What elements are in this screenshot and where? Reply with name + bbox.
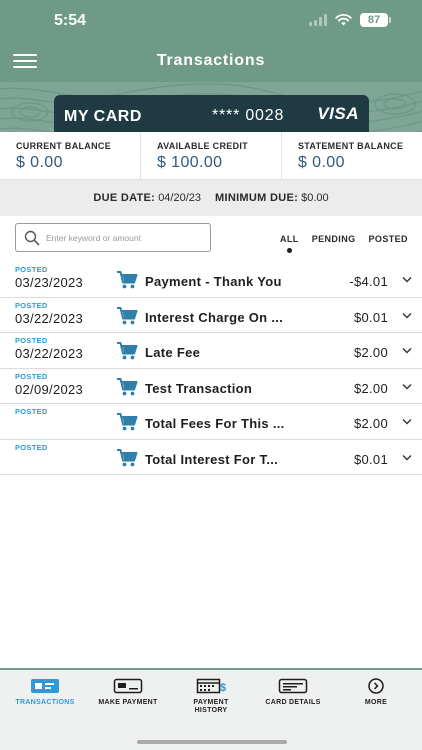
tab-more-label: MORE (364, 699, 388, 706)
tab-make-payment-label: MAKE PAYMENT (98, 699, 158, 706)
card-transactions-icon (31, 679, 59, 693)
due-date-value: 04/20/23 (158, 192, 202, 204)
card-details-icon (278, 678, 308, 694)
visa-logo: VISA (317, 104, 359, 123)
chevron-down-icon[interactable] (402, 276, 412, 283)
calendar-dollar-icon: $ (196, 678, 226, 694)
transaction-status: POSTED (15, 265, 48, 274)
page-title: Transactions (156, 52, 266, 69)
current-balance-label: CURRENT BALANCE (16, 141, 111, 151)
chevron-down-icon[interactable] (402, 312, 412, 319)
transaction-row[interactable]: POSTED 03/23/2023 Payment - Thank You -$… (0, 262, 422, 298)
tab-card-details[interactable]: CARD DETAILS (251, 678, 335, 707)
transaction-description: Total Fees For This ... (145, 416, 285, 431)
due-info-bar: DUE DATE: 04/20/23 MINIMUM DUE: $0.00 (0, 180, 422, 216)
balance-summary: CURRENT BALANCE $ 0.00 AVAILABLE CREDIT … (0, 132, 422, 180)
transaction-amount: -$4.01 (349, 274, 388, 289)
filter-all[interactable]: ALL (280, 234, 299, 253)
status-indicators: 87 (309, 13, 391, 27)
available-credit-value: $ 100.00 (157, 154, 223, 171)
chevron-down-icon[interactable] (402, 418, 412, 425)
credit-card[interactable]: MY CARD **** 0028 VISA (54, 95, 369, 132)
more-circle-arrow-icon (368, 678, 384, 694)
transaction-date: 03/22/2023 (15, 310, 84, 326)
card-banner: MY CARD **** 0028 VISA (0, 82, 422, 132)
shopping-cart-icon (117, 413, 138, 431)
due-date: DUE DATE: 04/20/23 (93, 192, 201, 204)
transaction-row[interactable]: POSTED Total Interest For T... $0.01 (0, 440, 422, 475)
transaction-status: POSTED (15, 371, 48, 381)
tab-payment-history-line1: PAYMENT (193, 699, 229, 706)
tab-transactions-label: TRANSACTIONS (15, 699, 75, 706)
statement-balance-label: STATEMENT BALANCE (298, 141, 404, 151)
transaction-row[interactable]: POSTED Total Fees For This ... $2.00 (0, 404, 422, 440)
transaction-description: Total Interest For T... (145, 451, 279, 467)
transaction-amount: $2.00 (353, 380, 388, 396)
transaction-row[interactable]: POSTED 03/22/2023 Interest Charge On ...… (0, 298, 422, 333)
transaction-description: Interest Charge On ... (145, 309, 284, 325)
transaction-amount: $0.01 (353, 451, 388, 467)
chevron-down-icon[interactable] (402, 347, 412, 354)
wifi-icon (335, 14, 352, 26)
card-name: MY CARD (64, 108, 142, 125)
filter-posted[interactable]: POSTED (369, 234, 408, 244)
transaction-row[interactable]: POSTED 02/09/2023 Test Transaction $2.00 (0, 369, 422, 404)
tab-make-payment[interactable]: MAKE PAYMENT (86, 678, 170, 707)
tab-payment-history-line2: HISTORY (194, 707, 228, 714)
minimum-due-value: $0.00 (301, 192, 329, 204)
available-credit-label: AVAILABLE CREDIT (157, 141, 248, 151)
search-box[interactable] (15, 223, 211, 252)
statement-balance: STATEMENT BALANCE $ 0.00 (282, 132, 422, 179)
tab-payment-history-label: PAYMENT HISTORY (169, 699, 253, 715)
transaction-description: Test Transaction (145, 380, 253, 396)
filter-tabs: ALL PENDING POSTED (280, 234, 408, 253)
transaction-amount: $2.00 (353, 416, 388, 431)
transaction-date: 03/23/2023 (15, 275, 84, 290)
bottom-tab-bar: TRANSACTIONS MAKE PAYMENT $ PAYMENT HISTO… (0, 668, 422, 750)
tab-card-details-label: CARD DETAILS (265, 699, 321, 706)
shopping-cart-icon (117, 448, 138, 466)
statement-balance-value: $ 0.00 (298, 154, 345, 171)
minimum-due: MINIMUM DUE: $0.00 (215, 192, 329, 204)
search-icon (24, 230, 40, 246)
transaction-status: POSTED (15, 407, 48, 416)
transaction-status: POSTED (15, 300, 48, 310)
transaction-description: Payment - Thank You (145, 274, 282, 289)
tab-transactions[interactable]: TRANSACTIONS (3, 678, 87, 707)
status-time: 5:54 (54, 12, 87, 29)
shopping-cart-icon (117, 306, 138, 324)
transaction-list: POSTED 03/23/2023 Payment - Thank You -$… (0, 262, 422, 475)
transaction-date: 02/09/2023 (15, 381, 84, 397)
app-header: 5:54 87 Transactions (0, 0, 422, 82)
chevron-down-icon[interactable] (402, 383, 412, 390)
shopping-cart-icon (117, 377, 138, 395)
shopping-cart-icon (117, 342, 138, 360)
tab-more[interactable]: MORE (334, 678, 418, 707)
transaction-description: Late Fee (145, 345, 201, 360)
shopping-cart-icon (117, 271, 138, 289)
transaction-status: POSTED (15, 336, 48, 345)
minimum-due-label: MINIMUM DUE: (215, 192, 299, 204)
transaction-row[interactable]: POSTED 03/22/2023 Late Fee $2.00 (0, 333, 422, 369)
transaction-status: POSTED (15, 442, 48, 452)
credit-card-icon (113, 678, 143, 694)
home-indicator[interactable] (137, 740, 287, 744)
current-balance-value: $ 0.00 (16, 154, 63, 171)
cellular-signal-icon (309, 14, 327, 26)
tab-payment-history[interactable]: $ PAYMENT HISTORY (169, 678, 253, 715)
available-credit: AVAILABLE CREDIT $ 100.00 (141, 132, 282, 179)
transaction-amount: $2.00 (353, 345, 388, 360)
card-number: **** 0028 (212, 107, 285, 124)
search-input[interactable] (46, 232, 206, 243)
battery-icon: 87 (360, 13, 391, 27)
transaction-amount: $0.01 (353, 309, 388, 325)
filter-pending[interactable]: PENDING (312, 234, 356, 244)
due-date-label: DUE DATE: (93, 192, 156, 204)
chevron-down-icon[interactable] (402, 454, 412, 461)
svg-text:$: $ (220, 682, 226, 694)
current-balance: CURRENT BALANCE $ 0.00 (0, 132, 141, 179)
transaction-date: 03/22/2023 (15, 346, 84, 361)
